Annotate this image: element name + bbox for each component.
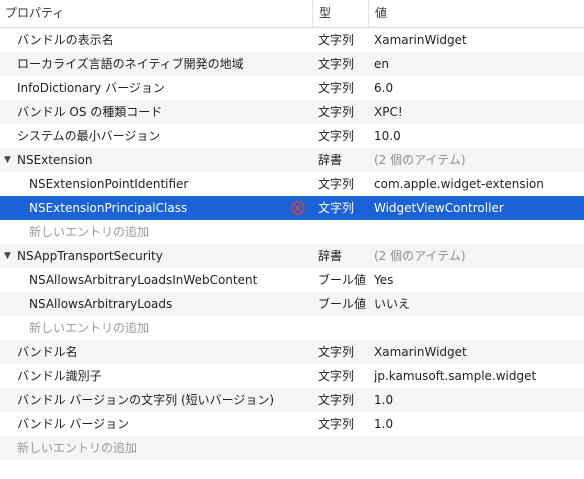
row-key: システムの最小バージョン [17,129,161,143]
row-value[interactable]: いいえ [374,292,584,316]
row-value[interactable]: com.apple.widget-extension [374,172,584,196]
row-key: バンドルの表示名 [17,33,114,47]
disclosure-triangle-down-icon[interactable]: ▼ [4,148,11,172]
row-value[interactable]: XamarinWidget [374,340,584,364]
row-type[interactable]: 文字列 [318,340,370,364]
row-type[interactable]: 文字列 [318,172,370,196]
row-type[interactable]: 文字列 [318,124,370,148]
table-row[interactable]: NSExtensionPointIdentifier 文字列 com.apple… [0,172,584,196]
row-value[interactable]: XPC! [374,100,584,124]
row-key: バンドル バージョンの文字列 (短いバージョン) [17,393,275,407]
row-key: バンドル名 [17,345,78,359]
plist-editor: プロパティ 型 値 バンドルの表示名 文字列 XamarinWidget ローカ… [0,0,584,479]
row-value[interactable]: WidgetViewController [374,196,584,220]
property-list: バンドルの表示名 文字列 XamarinWidget ローカライズ言語のネイティ… [0,28,584,460]
row-key: ローカライズ言語のネイティブ開発の地域 [17,57,244,71]
row-key: InfoDictionary バージョン [17,81,165,95]
remove-circle-icon[interactable] [291,201,305,215]
row-key: NSExtension [17,153,93,167]
row-value[interactable]: XamarinWidget [374,28,584,52]
row-value[interactable]: jp.kamusoft.sample.widget [374,364,584,388]
table-row[interactable]: NSAllowsArbitraryLoads ブール値 いいえ [0,292,584,316]
row-value: (2 個のアイテム) [374,249,466,263]
column-header-property[interactable]: プロパティ [0,0,312,27]
table-row[interactable]: NSAllowsArbitraryLoadsInWebContent ブール値 … [0,268,584,292]
row-type[interactable]: 文字列 [318,100,370,124]
table-row-nsextension[interactable]: ▼ NSExtension 辞書 (2 個のアイテム) [0,148,584,172]
row-type[interactable]: ブール値 [318,268,370,292]
row-key: NSAppTransportSecurity [17,249,163,263]
row-value[interactable]: 1.0 [374,412,584,436]
row-key: NSAllowsArbitraryLoadsInWebContent [29,273,258,287]
column-header-type[interactable]: 型 [312,0,368,27]
disclosure-triangle-down-icon[interactable]: ▼ [4,244,11,268]
table-row[interactable]: ローカライズ言語のネイティブ開発の地域 文字列 en [0,52,584,76]
row-value[interactable]: en [374,52,584,76]
table-row[interactable]: バンドルの表示名 文字列 XamarinWidget [0,28,584,52]
add-entry-label: 新しいエントリの追加 [17,441,138,455]
row-key: NSAllowsArbitraryLoads [29,297,173,311]
table-row[interactable]: バンドル バージョン 文字列 1.0 [0,412,584,436]
column-header-value[interactable]: 値 [368,0,584,27]
row-value[interactable]: Yes [374,268,584,292]
add-entry-row[interactable]: 新しいエントリの追加 [0,436,584,460]
table-row[interactable]: バンドル バージョンの文字列 (短いバージョン) 文字列 1.0 [0,388,584,412]
row-key: バンドル OS の種類コード [17,105,163,119]
row-type[interactable]: 文字列 [318,52,370,76]
row-value[interactable]: 1.0 [374,388,584,412]
row-type[interactable]: 文字列 [318,388,370,412]
row-type[interactable]: 辞書 [318,244,370,268]
row-type[interactable]: 文字列 [318,364,370,388]
column-header: プロパティ 型 値 [0,0,584,28]
row-key: バンドル バージョン [17,417,130,431]
table-row[interactable]: InfoDictionary バージョン 文字列 6.0 [0,76,584,100]
row-type[interactable]: 文字列 [318,412,370,436]
row-type[interactable]: ブール値 [318,292,370,316]
add-entry-row[interactable]: 新しいエントリの追加 [0,316,584,340]
row-key: NSExtensionPointIdentifier [29,177,189,191]
row-key: バンドル識別子 [17,369,102,383]
row-type[interactable]: 文字列 [318,76,370,100]
row-value[interactable]: 10.0 [374,124,584,148]
table-row[interactable]: バンドル OS の種類コード 文字列 XPC! [0,100,584,124]
add-entry-label: 新しいエントリの追加 [29,225,150,239]
row-type[interactable]: 文字列 [318,196,370,220]
table-row-nsapptransportsecurity[interactable]: ▼ NSAppTransportSecurity 辞書 (2 個のアイテム) [0,244,584,268]
add-entry-row[interactable]: 新しいエントリの追加 [0,220,584,244]
table-row[interactable]: システムの最小バージョン 文字列 10.0 [0,124,584,148]
row-value: (2 個のアイテム) [374,153,466,167]
row-value[interactable]: 6.0 [374,76,584,100]
add-entry-label: 新しいエントリの追加 [29,321,150,335]
table-row[interactable]: バンドル識別子 文字列 jp.kamusoft.sample.widget [0,364,584,388]
row-type[interactable]: 辞書 [318,148,370,172]
row-type[interactable]: 文字列 [318,28,370,52]
table-row-selected[interactable]: NSExtensionPrincipalClass 文字列 WidgetView… [0,196,584,220]
table-row[interactable]: バンドル名 文字列 XamarinWidget [0,340,584,364]
row-key: NSExtensionPrincipalClass [29,201,188,215]
